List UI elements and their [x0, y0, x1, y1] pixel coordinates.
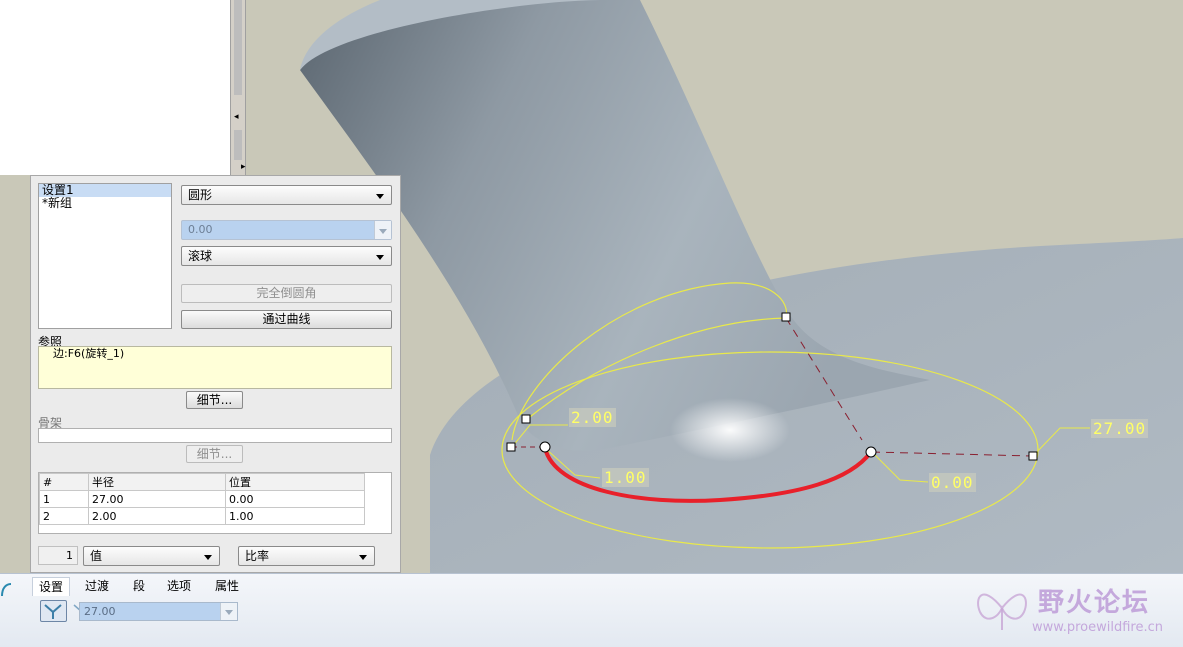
radius-table-container[interactable]: # 半径 位置 1 27.00 0.00 2 2.00 1.00: [38, 472, 392, 534]
chevron-down-icon: [359, 555, 367, 560]
butterfly-logo-icon: [977, 593, 1027, 630]
radius-table-header: # 半径 位置: [39, 473, 365, 491]
tab-options[interactable]: 选项: [161, 577, 197, 595]
chevron-down-icon: [379, 229, 387, 234]
dim-label-position-1[interactable]: 1.00: [602, 468, 649, 487]
radius-handle-right: [1028, 451, 1038, 461]
table-row[interactable]: 1 27.00 0.00: [39, 490, 365, 508]
model-tree-area: [0, 0, 230, 175]
fillet-highlight: [670, 398, 790, 462]
row-1-position[interactable]: 0.00: [225, 490, 365, 508]
full-round-button[interactable]: 完全倒圆角: [181, 284, 392, 303]
value-combo[interactable]: 0.00: [181, 220, 392, 240]
references-details-button[interactable]: 细节...: [186, 391, 243, 409]
method-combo[interactable]: 滚球: [181, 246, 392, 266]
col-header-index: #: [39, 473, 89, 491]
dim-label-radius-27[interactable]: 27.00: [1091, 419, 1149, 438]
position-point-0: [865, 446, 877, 458]
settings-panel: 设置1 *新组 圆形 0.00 滚球 完全倒圆角 通过曲线 参照 边:F6(旋转…: [30, 175, 401, 573]
dim-label-position-0[interactable]: 0.00: [929, 473, 976, 492]
row-1-radius[interactable]: 27.00: [88, 490, 226, 508]
chevron-down-icon: [225, 610, 233, 615]
sets-list-item-new[interactable]: *新组: [39, 197, 171, 210]
row-2-radius[interactable]: 2.00: [88, 507, 226, 525]
tab-segments[interactable]: 段: [127, 577, 151, 595]
value-combo-value: 0.00: [188, 223, 213, 236]
row-2-index: 2: [39, 507, 89, 525]
radius-value-field[interactable]: 27.00: [79, 602, 238, 621]
shape-combo[interactable]: 圆形: [181, 185, 392, 205]
col-header-radius: 半径: [88, 473, 226, 491]
row-1-index: 1: [39, 490, 89, 508]
type-combo[interactable]: 值: [83, 546, 220, 566]
table-row[interactable]: 2 2.00 1.00: [39, 507, 365, 525]
method-combo-value: 滚球: [188, 249, 213, 263]
expand-right-icon[interactable]: ▸: [241, 162, 246, 172]
radius-handle-left-upper: [521, 414, 531, 424]
references-collector[interactable]: 边:F6(旋转_1): [38, 346, 392, 389]
chevron-down-icon: [376, 255, 384, 260]
dashboard-left-icon[interactable]: [0, 580, 12, 600]
tab-transition[interactable]: 过渡: [79, 577, 115, 595]
dim-label-radius-2[interactable]: 2.00: [569, 408, 616, 427]
through-curve-button[interactable]: 通过曲线: [181, 310, 392, 329]
splitter-grip: [234, 0, 242, 95]
watermark-url: www.proewildfire.cn: [1032, 620, 1163, 635]
radius-table[interactable]: # 半径 位置 1 27.00 0.00 2 2.00 1.00: [39, 473, 365, 525]
watermark-title: 野火论坛: [1038, 588, 1151, 618]
skeleton-details-button[interactable]: 细节...: [186, 445, 243, 463]
index-field[interactable]: 1: [38, 546, 78, 565]
set-mode-button[interactable]: [40, 600, 67, 622]
radius-handle-left: [506, 442, 516, 452]
radius-value: 27.00: [84, 605, 116, 618]
tab-settings[interactable]: 设置: [32, 577, 71, 596]
col-header-position: 位置: [225, 473, 365, 491]
sets-list[interactable]: 设置1 *新组: [38, 183, 172, 329]
ratio-combo-value: 比率: [245, 549, 270, 563]
pane-splitter[interactable]: ◂ ▸: [230, 0, 246, 175]
chevron-down-icon: [204, 555, 212, 560]
shape-combo-value: 圆形: [188, 188, 213, 202]
reference-item[interactable]: 边:F6(旋转_1): [39, 347, 391, 360]
watermark-logo: 野火论坛 www.proewildfire.cn: [972, 578, 1180, 640]
chevron-down-icon: [376, 194, 384, 199]
type-combo-value: 值: [90, 549, 103, 563]
skeleton-collector[interactable]: [38, 428, 392, 443]
fillet-set-icon: [44, 604, 62, 619]
collapse-left-icon[interactable]: ◂: [234, 112, 239, 122]
ratio-combo[interactable]: 比率: [238, 546, 375, 566]
radius-handle-top: [781, 312, 791, 322]
row-2-position[interactable]: 1.00: [225, 507, 365, 525]
position-point-1: [539, 441, 551, 453]
splitter-grip-lower: [234, 130, 242, 160]
tab-properties[interactable]: 属性: [209, 577, 245, 595]
